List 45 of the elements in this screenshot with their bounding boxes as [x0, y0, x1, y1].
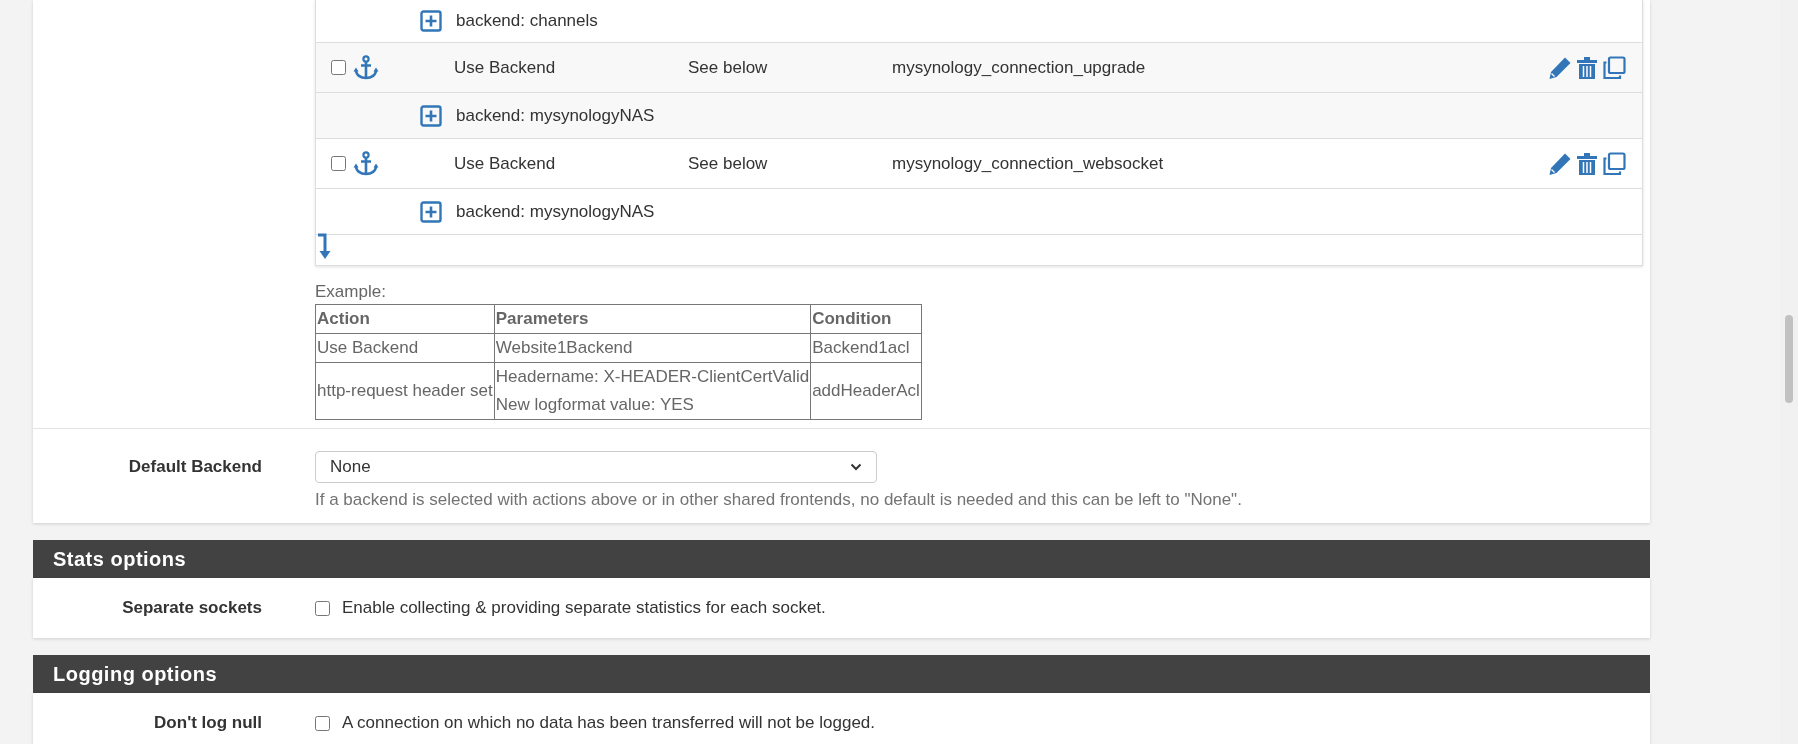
option-checkbox[interactable] [315, 600, 330, 616]
action-cell-text: Use Backend [454, 153, 557, 174]
trash-icon[interactable] [1575, 151, 1599, 176]
option-checkbox[interactable] [315, 715, 330, 731]
column-header: Parameters [494, 304, 811, 334]
action-cell-text: Use Backend [454, 57, 557, 78]
table-cell: Headername: X-HEADER-ClientCertValid New logformat value: YES [494, 362, 811, 420]
help-text: If a backend is selected with actions above or in other shared frontends, no default is needed and this can be left to "None". [315, 489, 1243, 511]
trash-icon[interactable] [1575, 55, 1599, 80]
arrow-down-icon[interactable] [317, 232, 331, 260]
default-backend-select[interactable]: None [315, 451, 877, 483]
condition-cell-text: mysynology_connection_websocket [892, 153, 1165, 174]
edit-icon[interactable] [1548, 151, 1572, 176]
caret-icon [850, 463, 862, 471]
section-header: Logging options [33, 655, 1650, 693]
parameters-cell-text: See below [688, 153, 769, 174]
anchor-icon[interactable] [353, 54, 379, 81]
table-cell: Backend1acl [810, 333, 922, 363]
anchor-icon[interactable] [353, 150, 379, 177]
field-label: Default Backend [127, 456, 263, 478]
field-label: Don't log null [153, 712, 263, 734]
table-cell: http-request header set [315, 362, 495, 420]
expand-icon[interactable] [420, 10, 442, 32]
table-cell: addHeaderAcl [810, 362, 922, 420]
checkbox-label: A connection on which no data has been transferred will not be logged. [342, 713, 876, 733]
copy-icon[interactable] [1602, 55, 1626, 80]
table-cell: Use Backend [315, 333, 495, 363]
expand-icon[interactable] [420, 200, 442, 223]
backend-label: backend: mysynologyNAS [456, 105, 655, 126]
row-checkbox[interactable] [331, 60, 346, 75]
field-label: Separate sockets [121, 597, 263, 619]
column-header: Condition [810, 304, 922, 334]
backend-label: backend: channels [456, 11, 598, 31]
parameters-cell-text: See below [688, 57, 769, 78]
edit-icon[interactable] [1548, 55, 1572, 80]
backend-label: backend: mysynologyNAS [456, 201, 655, 222]
row-checkbox[interactable] [331, 156, 346, 171]
condition-cell-text: mysynology_connection_upgrade [892, 57, 1147, 78]
column-header: Action [315, 304, 495, 334]
copy-icon[interactable] [1602, 151, 1626, 176]
section-header: Stats options [33, 540, 1650, 578]
example-label: Example: [315, 282, 387, 302]
checkbox-label: Enable collecting & providing separate statistics for each socket. [342, 598, 826, 618]
table-cell: Website1Backend [494, 333, 811, 363]
expand-icon[interactable] [420, 104, 442, 127]
